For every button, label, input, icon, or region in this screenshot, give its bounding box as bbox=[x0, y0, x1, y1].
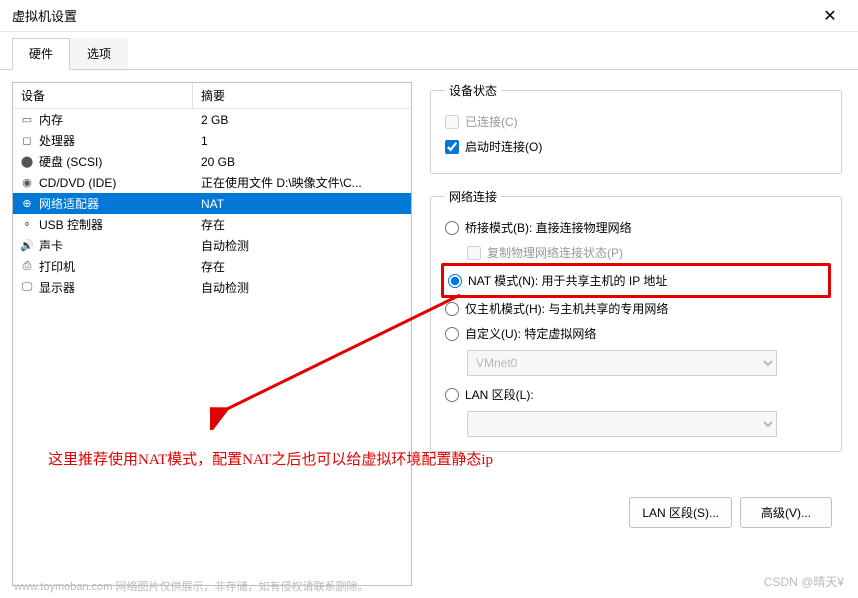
device-row-network[interactable]: ⊕ 网络适配器 NAT bbox=[13, 193, 411, 214]
buttons-row: LAN 区段(S)... 高级(V)... bbox=[430, 497, 842, 528]
list-header: 设备 摘要 bbox=[13, 83, 411, 109]
lan-segment-select bbox=[467, 411, 777, 437]
device-row-display[interactable]: 🖵 显示器 自动检测 bbox=[13, 277, 411, 298]
network-icon: ⊕ bbox=[17, 197, 37, 210]
device-name: 显示器 bbox=[37, 279, 193, 296]
lan-segment-radio[interactable] bbox=[445, 388, 459, 402]
device-summary: 1 bbox=[193, 134, 411, 148]
device-name: 硬盘 (SCSI) bbox=[37, 153, 193, 170]
custom-label: 自定义(U): 特定虚拟网络 bbox=[465, 325, 596, 342]
custom-radio[interactable] bbox=[445, 327, 459, 341]
bridged-radio[interactable] bbox=[445, 221, 459, 235]
host-only-radio-row[interactable]: 仅主机模式(H): 与主机共享的专用网络 bbox=[445, 296, 827, 321]
content: 设备 摘要 ▭ 内存 2 GB ◻ 处理器 1 ⬤ 硬盘 (SCSI) 20 G… bbox=[0, 70, 858, 598]
device-name: 声卡 bbox=[37, 237, 193, 254]
device-status-legend: 设备状态 bbox=[445, 82, 501, 99]
sound-icon: 🔊 bbox=[17, 239, 37, 252]
header-device[interactable]: 设备 bbox=[13, 83, 193, 108]
cpu-icon: ◻ bbox=[17, 134, 37, 147]
custom-network-select: VMnet0 bbox=[467, 350, 777, 376]
printer-icon: ⎙ bbox=[17, 260, 37, 273]
device-summary: NAT bbox=[193, 197, 411, 211]
device-row-disk[interactable]: ⬤ 硬盘 (SCSI) 20 GB bbox=[13, 151, 411, 172]
replicate-label: 复制物理网络连接状态(P) bbox=[487, 244, 623, 261]
device-name: 内存 bbox=[37, 111, 193, 128]
device-summary: 自动检测 bbox=[193, 279, 411, 296]
device-row-usb[interactable]: ⚬ USB 控制器 存在 bbox=[13, 214, 411, 235]
device-row-sound[interactable]: 🔊 声卡 自动检测 bbox=[13, 235, 411, 256]
network-connection-group: 网络连接 桥接模式(B): 直接连接物理网络 复制物理网络连接状态(P) NAT… bbox=[430, 188, 842, 452]
host-only-radio[interactable] bbox=[445, 302, 459, 316]
device-summary: 正在使用文件 D:\映像文件\C... bbox=[193, 174, 411, 191]
lan-segments-button[interactable]: LAN 区段(S)... bbox=[629, 497, 732, 528]
cd-icon: ◉ bbox=[17, 176, 37, 189]
nat-radio[interactable] bbox=[448, 274, 462, 288]
disk-icon: ⬤ bbox=[17, 155, 37, 168]
header-summary[interactable]: 摘要 bbox=[193, 83, 411, 108]
device-list: ▭ 内存 2 GB ◻ 处理器 1 ⬤ 硬盘 (SCSI) 20 GB ◉ CD… bbox=[13, 109, 411, 298]
device-row-cpu[interactable]: ◻ 处理器 1 bbox=[13, 130, 411, 151]
settings-panel: 设备状态 已连接(C) 启动时连接(O) 网络连接 桥接模式(B): 直接连接物… bbox=[426, 82, 846, 586]
connect-power-checkbox-row[interactable]: 启动时连接(O) bbox=[445, 134, 827, 159]
display-icon: 🖵 bbox=[17, 281, 37, 294]
tab-bar: 硬件 选项 bbox=[0, 32, 858, 70]
annotation-text: 这里推荐使用NAT模式，配置NAT之后也可以给虚拟环境配置静态ip bbox=[48, 448, 493, 469]
device-summary: 2 GB bbox=[193, 113, 411, 127]
nat-radio-row[interactable]: NAT 模式(N): 用于共享主机的 IP 地址 bbox=[448, 268, 824, 293]
replicate-checkbox bbox=[467, 246, 481, 260]
nat-highlight: NAT 模式(N): 用于共享主机的 IP 地址 bbox=[441, 263, 831, 298]
window-title: 虚拟机设置 bbox=[12, 6, 814, 25]
connected-checkbox bbox=[445, 115, 459, 129]
connect-power-checkbox[interactable] bbox=[445, 140, 459, 154]
device-name: USB 控制器 bbox=[37, 216, 193, 233]
device-name: 网络适配器 bbox=[37, 195, 193, 212]
watermark-right: CSDN @晴天¥ bbox=[764, 573, 844, 590]
close-icon[interactable]: ✕ bbox=[814, 0, 846, 32]
bridged-radio-row[interactable]: 桥接模式(B): 直接连接物理网络 bbox=[445, 215, 827, 240]
network-connection-legend: 网络连接 bbox=[445, 188, 501, 205]
device-summary: 存在 bbox=[193, 216, 411, 233]
device-name: CD/DVD (IDE) bbox=[37, 176, 193, 190]
replicate-checkbox-row: 复制物理网络连接状态(P) bbox=[445, 240, 827, 265]
watermark-left: www.toymoban.com 网络图片仅供展示，非存储，如有侵权请联系删除。 bbox=[14, 578, 368, 594]
titlebar: 虚拟机设置 ✕ bbox=[0, 0, 858, 32]
device-row-cd[interactable]: ◉ CD/DVD (IDE) 正在使用文件 D:\映像文件\C... bbox=[13, 172, 411, 193]
lan-segment-radio-row[interactable]: LAN 区段(L): bbox=[445, 382, 827, 407]
device-summary: 20 GB bbox=[193, 155, 411, 169]
connected-checkbox-row: 已连接(C) bbox=[445, 109, 827, 134]
host-only-label: 仅主机模式(H): 与主机共享的专用网络 bbox=[465, 300, 668, 317]
device-name: 打印机 bbox=[37, 258, 193, 275]
tab-hardware[interactable]: 硬件 bbox=[12, 38, 70, 70]
usb-icon: ⚬ bbox=[17, 218, 37, 231]
connected-label: 已连接(C) bbox=[465, 113, 518, 130]
bridged-label: 桥接模式(B): 直接连接物理网络 bbox=[465, 219, 632, 236]
tab-options[interactable]: 选项 bbox=[70, 38, 128, 69]
device-summary: 存在 bbox=[193, 258, 411, 275]
advanced-button[interactable]: 高级(V)... bbox=[740, 497, 832, 528]
device-name: 处理器 bbox=[37, 132, 193, 149]
device-summary: 自动检测 bbox=[193, 237, 411, 254]
lan-segment-label: LAN 区段(L): bbox=[465, 386, 534, 403]
nat-label: NAT 模式(N): 用于共享主机的 IP 地址 bbox=[468, 272, 667, 289]
memory-icon: ▭ bbox=[17, 113, 37, 126]
device-row-printer[interactable]: ⎙ 打印机 存在 bbox=[13, 256, 411, 277]
device-list-panel: 设备 摘要 ▭ 内存 2 GB ◻ 处理器 1 ⬤ 硬盘 (SCSI) 20 G… bbox=[12, 82, 412, 586]
device-status-group: 设备状态 已连接(C) 启动时连接(O) bbox=[430, 82, 842, 174]
custom-radio-row[interactable]: 自定义(U): 特定虚拟网络 bbox=[445, 321, 827, 346]
device-row-memory[interactable]: ▭ 内存 2 GB bbox=[13, 109, 411, 130]
connect-power-label: 启动时连接(O) bbox=[465, 138, 542, 155]
